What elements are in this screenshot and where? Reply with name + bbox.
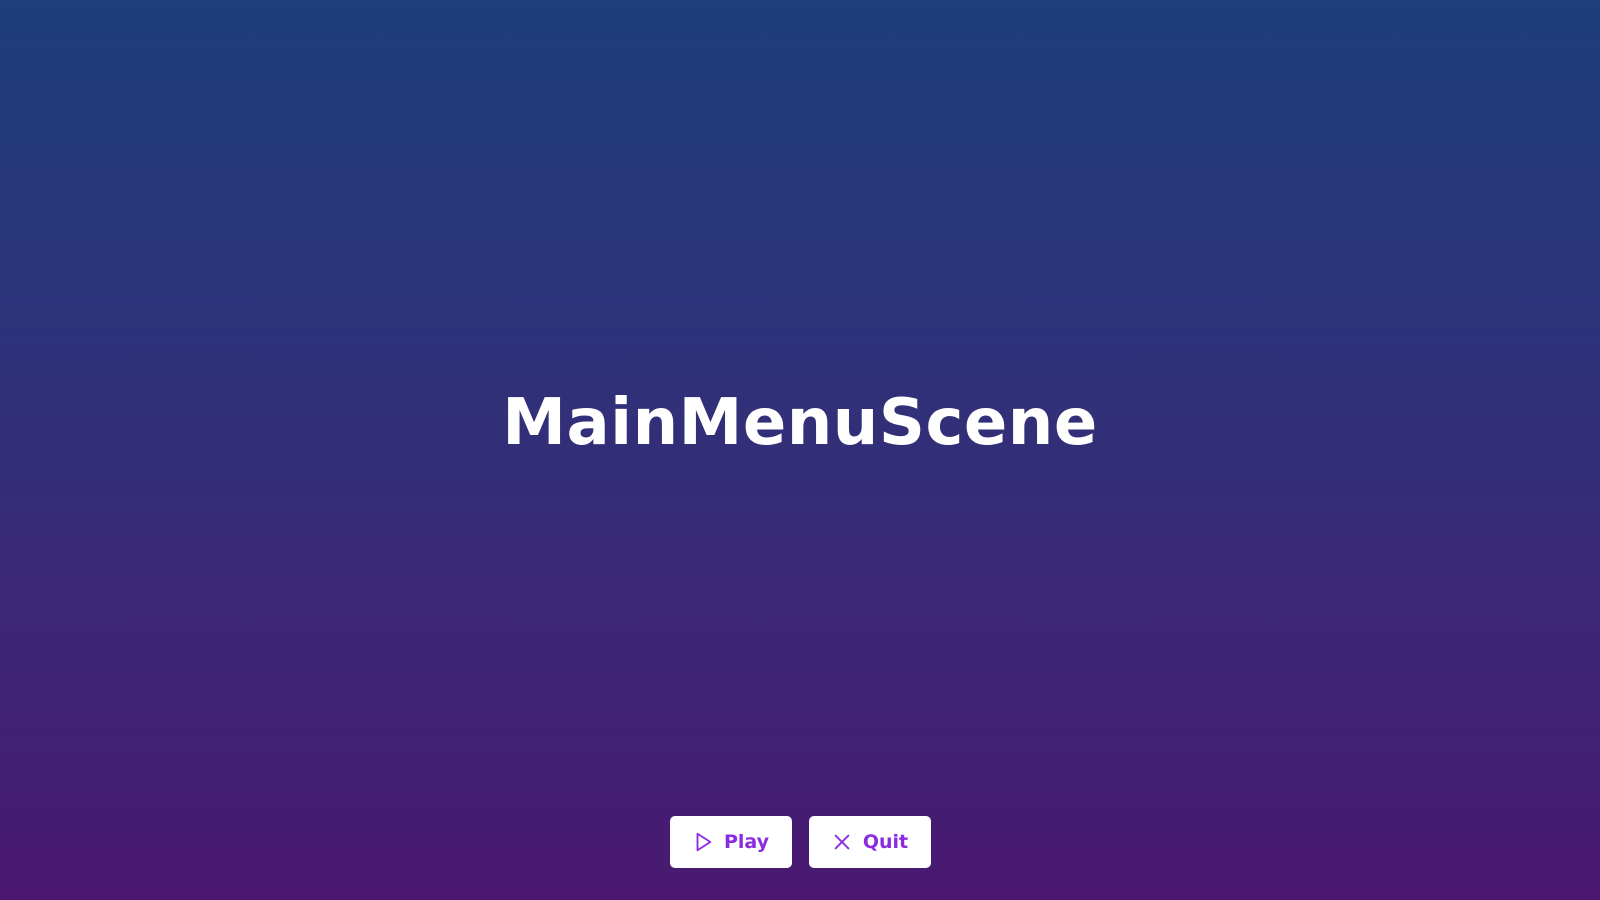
close-icon <box>831 831 853 853</box>
quit-button[interactable]: Quit <box>808 816 931 868</box>
main-menu-scene: MainMenuScene Play Quit <box>0 0 1600 900</box>
menu-buttons: Play Quit <box>0 816 1600 868</box>
play-button-label: Play <box>723 831 770 853</box>
play-icon <box>692 831 714 853</box>
quit-button-label: Quit <box>862 831 909 853</box>
scene-title: MainMenuScene <box>502 386 1098 460</box>
play-button[interactable]: Play <box>669 816 792 868</box>
